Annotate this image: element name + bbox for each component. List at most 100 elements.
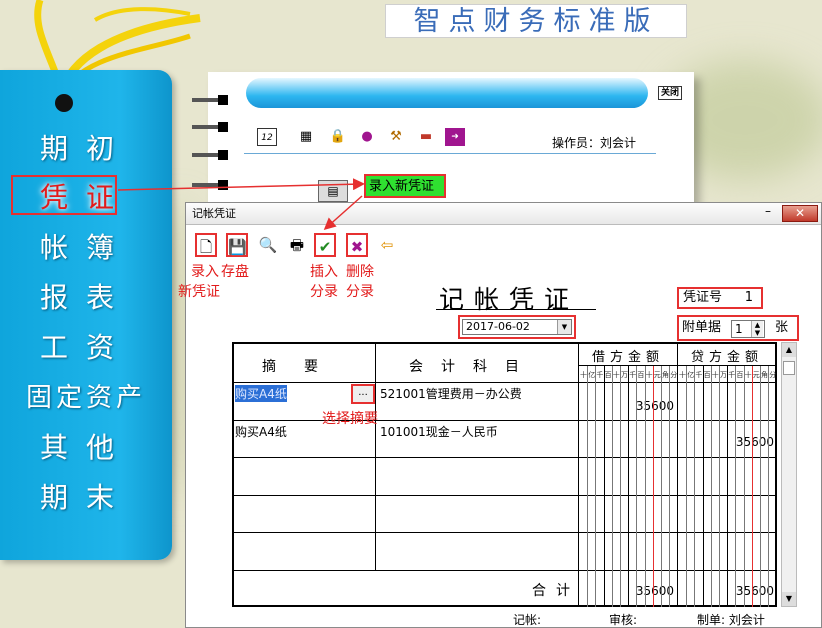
credit-digit-label: 分 (769, 371, 777, 379)
nav-item-opening[interactable]: 期初 (0, 127, 172, 167)
lock-icon[interactable]: 🔒 (328, 128, 348, 146)
spinner-arrows-icon[interactable]: ▲ ▼ (751, 321, 763, 337)
ledger-book-icon[interactable]: ▤ (318, 180, 348, 202)
credit-digit-line (760, 366, 761, 607)
printer-icon[interactable]: 🖶 (286, 233, 308, 257)
footer-reviewer: 审核: (609, 613, 638, 627)
attachments-label: 附单据 (682, 320, 722, 335)
column-header-account: 会 计 科 目 (409, 359, 521, 375)
voucher-heading: 记帐凭证 (439, 285, 580, 314)
back-close-button[interactable]: 关闭 (658, 86, 682, 100)
vertical-scrollbar[interactable]: ▲ ▼ (781, 342, 797, 607)
tool-label-insert-2: 分录 (310, 284, 338, 300)
debit-digit-line (669, 366, 671, 607)
back-card-titlebar (246, 78, 648, 108)
row2-account-cell[interactable]: 101001现金－人民币 (380, 423, 498, 440)
attachments-box: 附单据 1 ▲ ▼ 张 (677, 315, 799, 341)
debit-digit-line (644, 366, 646, 607)
pick-summary-button[interactable]: ... (351, 384, 375, 404)
attachments-unit: 张 (775, 320, 789, 335)
credit-digit-line (694, 366, 696, 607)
voucher-window: 记帐凭证 – ✕ 🗋 💾 🔍 🖶 ✔ ✖ ⇦ 录入 新凭证 存盘 插入 分录 删… (178, 202, 822, 628)
nav-item-other[interactable]: 其他 (0, 426, 172, 466)
new-voucher-icon[interactable]: 🗋 (195, 233, 217, 257)
debit-digit-line (611, 366, 613, 607)
tool-label-new-1: 录入 (191, 264, 219, 280)
tool-label-save: 存盘 (221, 264, 249, 280)
spiral-binding (192, 180, 230, 190)
column-header-debit: 借方金额 (592, 350, 665, 365)
grid-vline (578, 344, 579, 607)
date-value: 2017-06-02 (466, 320, 530, 333)
nav-highlight-box (11, 175, 117, 215)
credit-digit-line (743, 366, 745, 607)
row2-summary-cell[interactable]: 购买A4纸 (235, 423, 287, 440)
scroll-down-icon[interactable]: ▼ (782, 592, 796, 606)
spiral-binding (192, 95, 230, 105)
spiral-binding (192, 150, 230, 160)
total-label: 合计 (532, 583, 580, 599)
row1-account-cell[interactable]: 521001管理费用－办公费 (380, 385, 522, 402)
nav-item-fixed-assets[interactable]: 固定资产 (0, 377, 172, 414)
chevron-down-icon[interactable]: ▼ (557, 320, 571, 334)
debit-digit-label: 分 (670, 371, 678, 379)
row1-debit-amount[interactable]: 35600 (634, 399, 674, 413)
credit-digit-line (768, 366, 770, 607)
delete-entry-icon[interactable]: ✖ (346, 233, 368, 257)
heading-underline (436, 309, 596, 310)
grid-vline (677, 344, 678, 607)
voucher-number-value: 1 (744, 290, 753, 305)
scroll-up-icon[interactable]: ▲ (782, 343, 796, 357)
voucher-number-label: 凭证号 (683, 290, 723, 305)
credit-digit-line (727, 366, 729, 607)
calendar-icon[interactable]: 12 (257, 128, 277, 146)
column-header-summary: 摘 要 (262, 359, 318, 375)
voucher-number-box: 凭证号 1 (677, 287, 763, 309)
nav-item-ledger[interactable]: 帐簿 (0, 226, 172, 266)
exit-icon[interactable]: ➜ (445, 128, 465, 146)
date-picker[interactable]: 2017-06-02 ▼ (462, 319, 572, 335)
credit-digit-line (686, 366, 688, 607)
debit-digit-line (661, 366, 662, 607)
footer-preparer: 制单: 刘会计 (697, 613, 765, 627)
preview-icon[interactable]: 🔍 (257, 233, 279, 257)
credit-digit-line (735, 366, 737, 607)
exit-door-icon[interactable]: ⇦ (376, 233, 398, 257)
nav-item-period-end[interactable]: 期末 (0, 476, 172, 516)
voucher-grid: 摘 要 会 计 科 目 借方金额 贷方金额 十亿千百十万千百十元角分 十亿千百十… (232, 342, 777, 607)
credit-digit-line (751, 366, 753, 607)
nav-item-reports[interactable]: 报表 (0, 276, 172, 316)
date-box: 2017-06-02 ▼ (458, 315, 576, 339)
new-voucher-menu-item[interactable]: 录入新凭证 (364, 174, 446, 198)
nav-item-payroll[interactable]: 工资 (0, 326, 172, 366)
scroll-thumb[interactable] (783, 361, 795, 375)
debit-digit-line (587, 366, 589, 607)
app-title: 智点财务标准版 (385, 4, 687, 38)
debit-digit-line (603, 366, 605, 607)
save-disk-icon[interactable]: 💾 (226, 233, 248, 257)
debit-digit-line (636, 366, 638, 607)
tag-hole (55, 94, 73, 112)
grid-hline (578, 365, 775, 366)
credit-digit-line (719, 366, 720, 607)
table-grid-icon[interactable]: ▦ (296, 128, 316, 146)
insert-entry-icon[interactable]: ✔ (314, 233, 336, 257)
tool-label-insert-1: 插入 (310, 264, 338, 280)
hammer-icon[interactable]: ⚒ (386, 128, 406, 146)
spiral-binding (192, 122, 230, 132)
row1-summary-cell[interactable]: 购买A4纸 (235, 385, 287, 402)
debit-digit-line (628, 366, 630, 607)
calculator-icon[interactable]: ▬ (416, 128, 436, 146)
back-divider (244, 153, 656, 154)
tool-label-delete-2: 分录 (346, 284, 374, 300)
tool-label-new-2: 新凭证 (178, 284, 220, 300)
operator-label: 操作员：刘会计 (552, 136, 637, 150)
debit-digit-line (620, 366, 621, 607)
total-debit: 35600 (635, 584, 674, 598)
user-icon[interactable]: ● (357, 128, 377, 146)
pick-summary-label: 选择摘要 (322, 411, 378, 427)
debit-digit-line (595, 366, 597, 607)
debit-digit-line (652, 366, 654, 607)
window-close-button[interactable]: ✕ (782, 205, 818, 222)
minimize-button[interactable]: – (759, 205, 777, 220)
